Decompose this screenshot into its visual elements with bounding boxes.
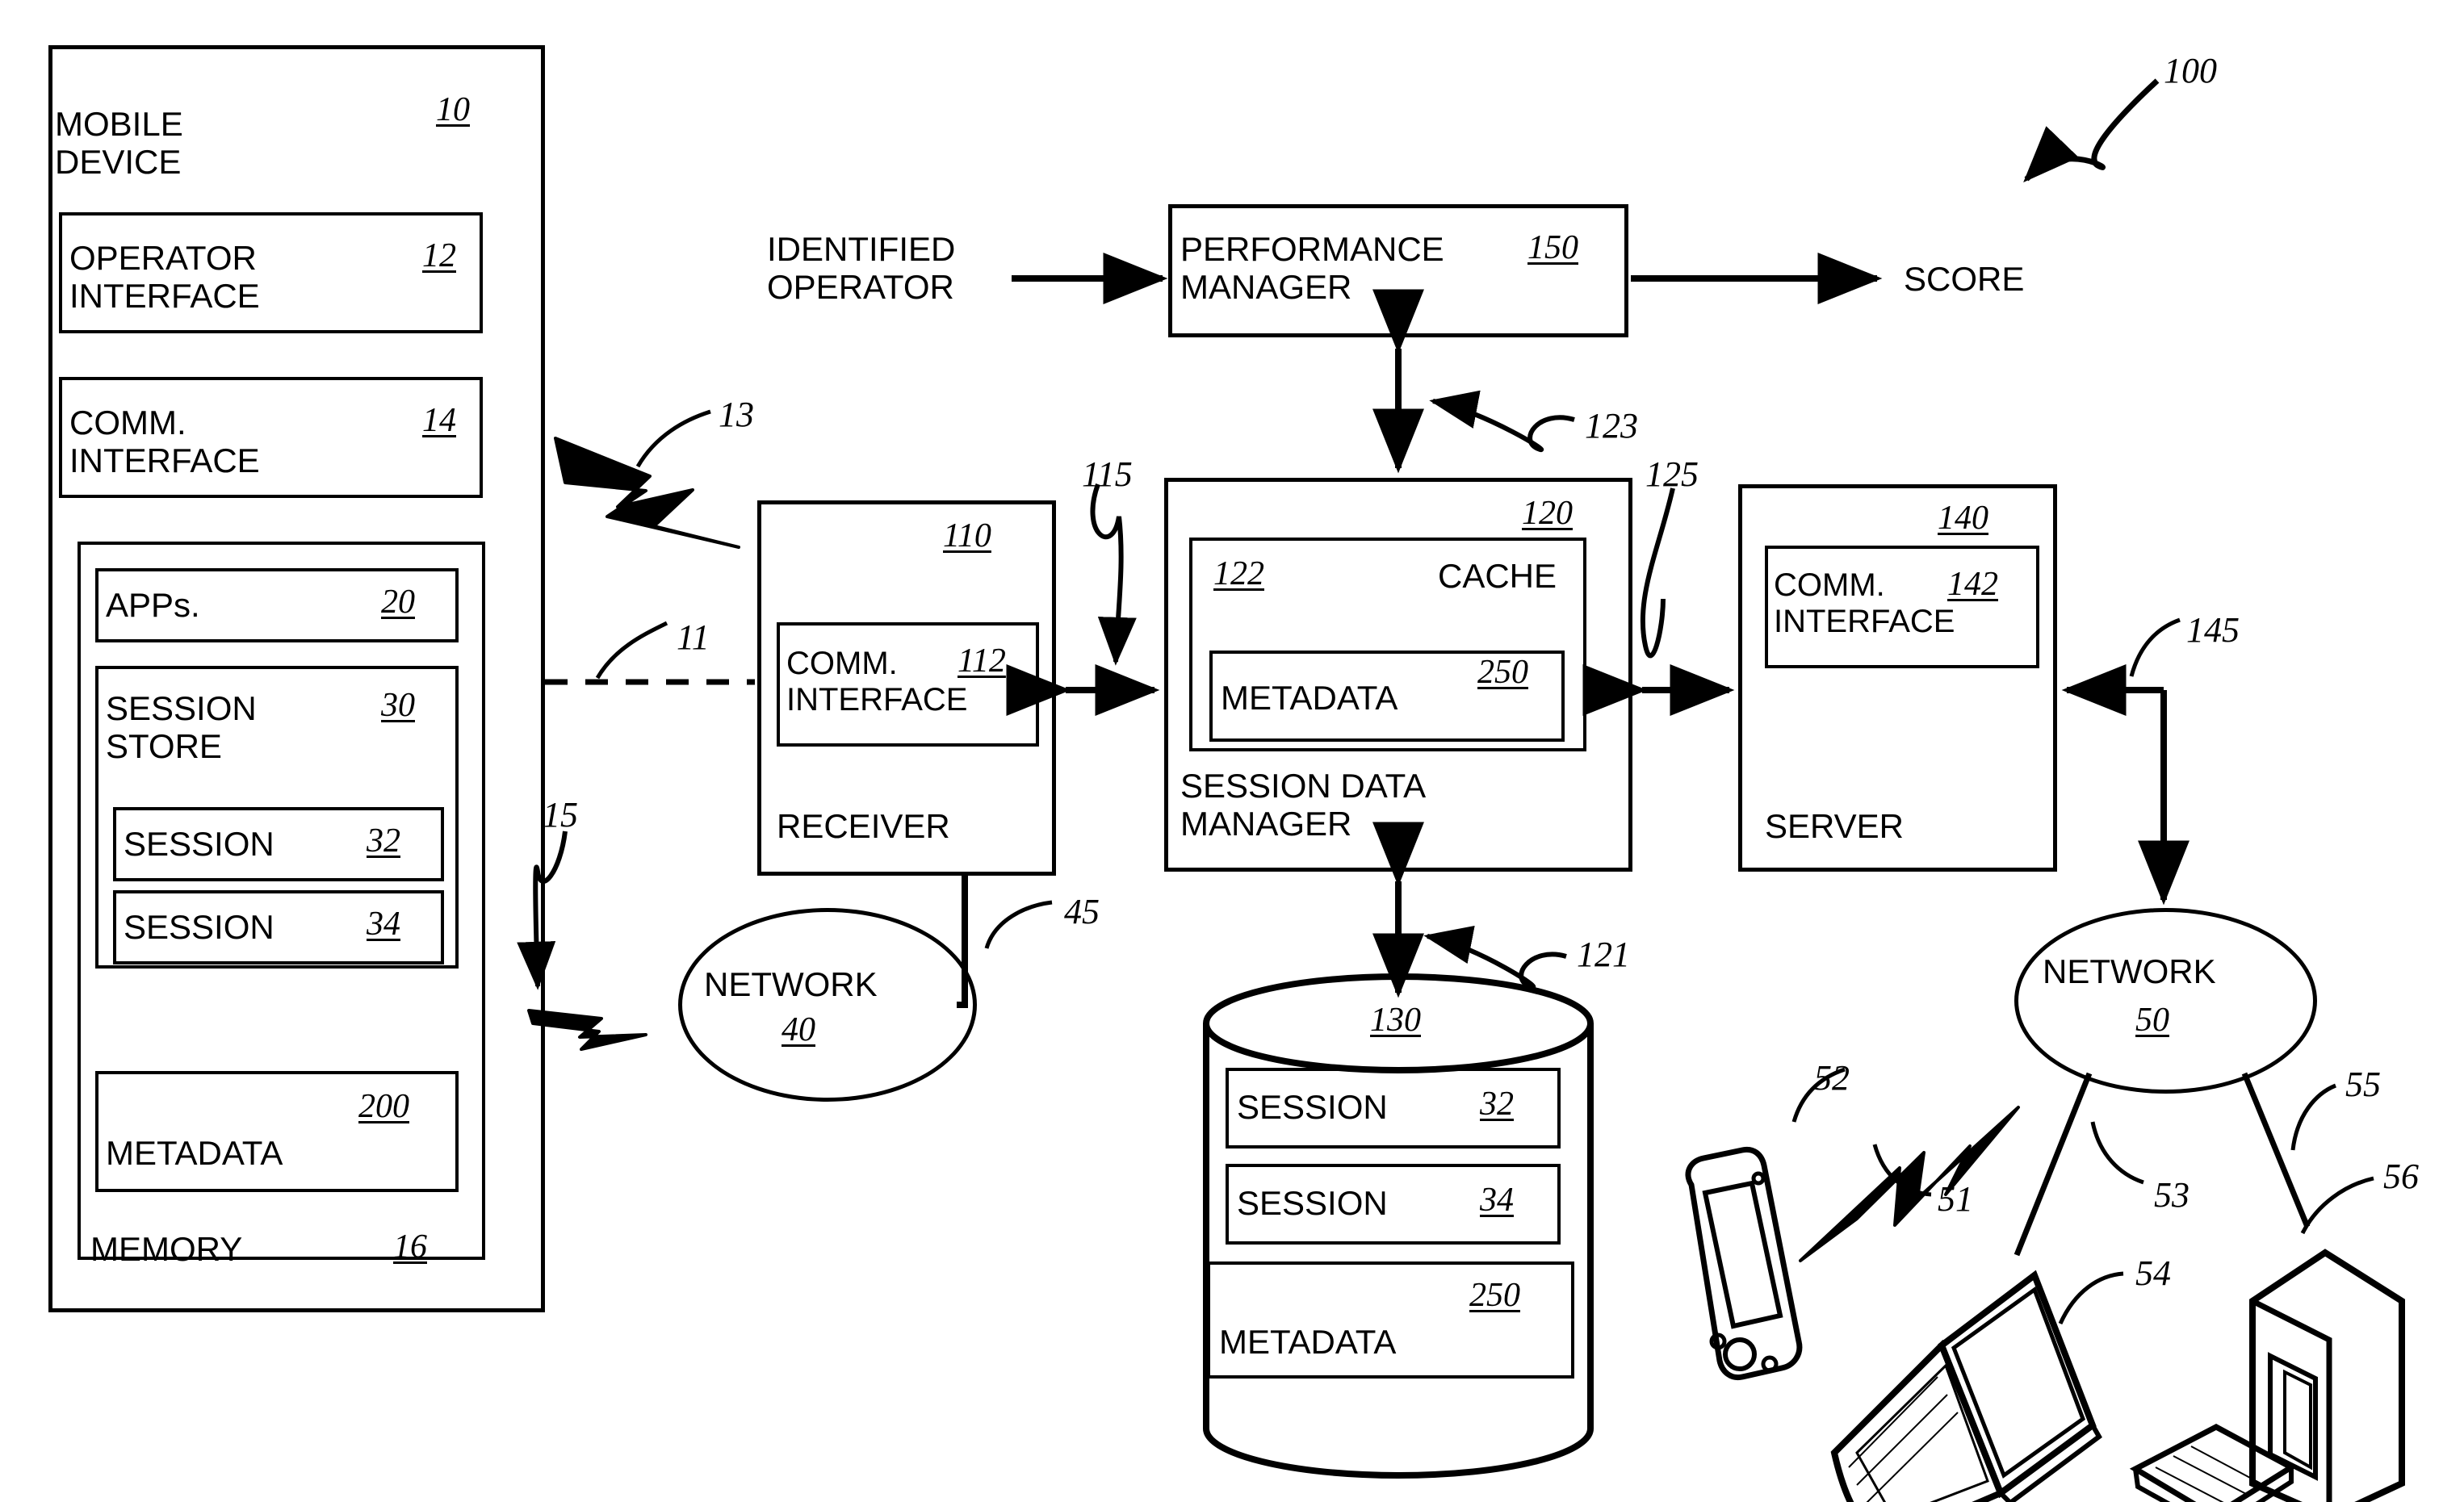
leader-53 — [2090, 1121, 2144, 1185]
leader-115 — [1090, 483, 1137, 666]
memory-ref: 16 — [393, 1228, 427, 1266]
leader-123 — [1429, 390, 1575, 453]
receiver-label: RECEIVER — [777, 807, 950, 845]
ref-55: 55 — [2345, 1065, 2381, 1104]
network-40-ref: 40 — [782, 1011, 815, 1048]
cache-metadata-ref: 250 — [1477, 654, 1528, 691]
device-metadata-ref: 200 — [358, 1088, 409, 1125]
operator-interface-label: OPERATOR INTERFACE — [69, 239, 260, 316]
cache-label: CACHE — [1438, 557, 1557, 595]
ref-123: 123 — [1585, 406, 1638, 446]
receiver-ref: 110 — [943, 517, 991, 554]
leader-56 — [2300, 1176, 2374, 1235]
ref-52: 52 — [1814, 1058, 1850, 1098]
cache-ref: 122 — [1213, 555, 1264, 592]
memory-label: MEMORY — [90, 1230, 243, 1268]
ref-100: 100 — [2164, 51, 2217, 90]
network-40-label: NETWORK — [704, 965, 878, 1003]
ref-53: 53 — [2154, 1175, 2190, 1215]
cache-metadata-label: METADATA — [1221, 679, 1398, 717]
keyboard-icon — [2129, 1424, 2297, 1502]
identified-operator-label: IDENTIFIED OPERATOR — [767, 230, 956, 307]
ref-125: 125 — [1645, 454, 1699, 494]
wireless-bolt-13 — [554, 437, 740, 549]
server-comm-interface-ref: 142 — [1947, 566, 1998, 603]
ref-121: 121 — [1577, 935, 1630, 974]
leader-51 — [1872, 1144, 1932, 1197]
ref-56: 56 — [2383, 1157, 2419, 1196]
apps-label: APPs. — [106, 586, 200, 624]
patent-figure-canvas: MOBILE DEVICE 10 OPERATOR INTERFACE 12 C… — [0, 0, 2464, 1502]
db-metadata-ref: 250 — [1469, 1277, 1520, 1314]
leader-11 — [595, 621, 668, 680]
performance-manager-ref: 150 — [1527, 229, 1578, 266]
device-comm-interface-ref: 14 — [422, 402, 456, 439]
server-label: SERVER — [1765, 807, 1904, 845]
leader-54 — [2058, 1271, 2124, 1325]
session-32-ref: 32 — [367, 822, 400, 860]
score-label: SCORE — [1904, 260, 2025, 298]
performance-manager-label: PERFORMANCE MANAGER — [1180, 230, 1444, 307]
ref-51: 51 — [1938, 1179, 1973, 1219]
db-session-34-ref: 34 — [1480, 1182, 1514, 1219]
wireless-bolt-51 — [1799, 1106, 2020, 1262]
device-metadata-label: METADATA — [106, 1134, 283, 1172]
mobile-device-label: MOBILE DEVICE — [55, 105, 183, 182]
network-50-ref: 50 — [2135, 1002, 2169, 1039]
leader-55 — [2290, 1083, 2336, 1151]
operator-interface-ref: 12 — [422, 237, 456, 274]
db-session-32-label: SESSION — [1237, 1088, 1388, 1126]
leader-100 — [2023, 78, 2160, 183]
handheld-device-icon — [1685, 1146, 1803, 1381]
session-data-manager-ref: 120 — [1522, 495, 1573, 532]
wireless-bolt-15 — [527, 1009, 647, 1051]
network-40-ellipse — [678, 908, 977, 1102]
mobile-device-ref: 10 — [436, 91, 470, 128]
desktop-icon — [2249, 1249, 2405, 1502]
receiver-comm-interface-ref: 112 — [958, 642, 1006, 680]
laptop-icon — [1830, 1270, 2102, 1502]
database-ref: 130 — [1370, 1002, 1421, 1039]
session-data-manager-label: SESSION DATA MANAGER — [1180, 767, 1427, 843]
leader-45 — [984, 900, 1053, 949]
db-session-32-ref: 32 — [1480, 1086, 1514, 1123]
db-metadata-label: METADATA — [1219, 1323, 1397, 1361]
leader-13 — [635, 409, 711, 468]
device-comm-interface-label: COMM. INTERFACE — [69, 404, 260, 480]
apps-ref: 20 — [381, 584, 415, 621]
ref-145: 145 — [2186, 610, 2240, 650]
spoke-network50-desktop — [2241, 1072, 2311, 1228]
ref-11: 11 — [677, 617, 710, 657]
leader-121 — [1423, 925, 1567, 989]
session-store-label: SESSION STORE — [106, 689, 257, 766]
ref-15: 15 — [543, 795, 578, 835]
network-50-label: NETWORK — [2043, 952, 2216, 990]
server-ref: 140 — [1938, 500, 1988, 537]
spoke-network50-laptop — [2014, 1072, 2093, 1257]
session-32-label: SESSION — [124, 825, 274, 863]
session-store-ref: 30 — [381, 687, 415, 724]
ref-115: 115 — [1082, 454, 1133, 494]
session-34-label: SESSION — [124, 908, 274, 946]
ref-45: 45 — [1064, 892, 1100, 931]
ref-13: 13 — [719, 395, 754, 434]
db-session-34-label: SESSION — [1237, 1184, 1388, 1222]
session-34-ref: 34 — [367, 906, 400, 943]
ref-54: 54 — [2135, 1253, 2171, 1293]
leader-125 — [1640, 487, 1675, 659]
leader-145 — [2129, 617, 2181, 677]
